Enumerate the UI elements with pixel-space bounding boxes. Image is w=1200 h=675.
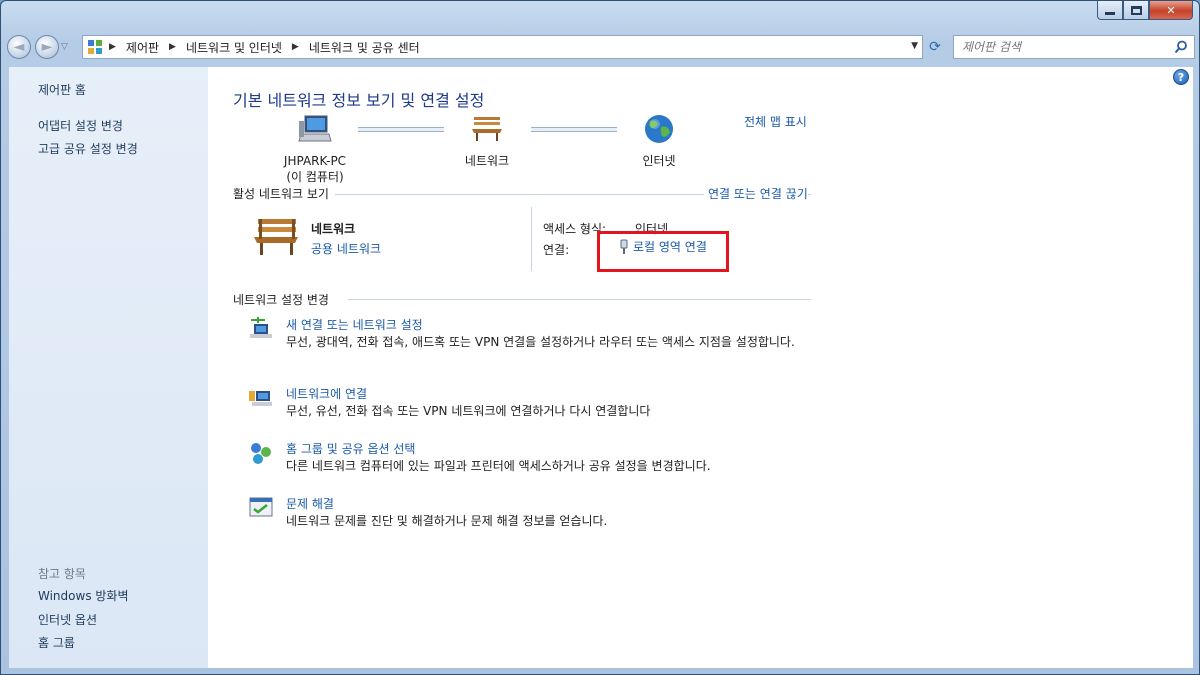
map-connector (358, 127, 444, 132)
connect-network-description: 무선, 유선, 전화 접속 또는 VPN 네트워크에 연결하거나 다시 연결합니… (286, 404, 651, 418)
control-panel-icon (88, 40, 102, 54)
search-input[interactable] (962, 40, 1162, 54)
breadcrumb-separator-icon[interactable]: ▶ (292, 42, 299, 52)
homegroup-description: 다른 네트워크 컴퓨터에 있는 파일과 프린터에 액세스하거나 공유 설정을 변… (286, 459, 711, 473)
troubleshoot-icon (249, 497, 273, 517)
sidebar-see-also-heading: 참고 항목 (38, 567, 86, 581)
chevron-down-icon: ▽ (61, 42, 68, 52)
main-panel: 기본 네트워크 정보 보기 및 연결 설정 전체 맵 표시 JHPARK-PC … (208, 67, 1193, 668)
close-icon: ✕ (1166, 3, 1176, 17)
network-type-link[interactable]: 공용 네트워크 (311, 240, 381, 257)
bench-icon (254, 219, 298, 255)
search-icon[interactable] (1174, 40, 1188, 54)
network-label: 네트워크 (464, 154, 510, 168)
computer-subtitle: (이 컴퓨터) (286, 170, 344, 184)
section-divider (348, 299, 811, 300)
homegroup-icon (251, 443, 271, 464)
back-button[interactable]: ◄ (7, 35, 31, 59)
breadcrumb-separator-icon[interactable]: ▶ (169, 42, 176, 52)
breadcrumb-separator-icon[interactable]: ▶ (109, 42, 116, 52)
minimize-icon (1105, 11, 1115, 15)
sidebar-item-advanced-sharing[interactable]: 고급 공유 설정 변경 (38, 140, 138, 157)
new-connection-description: 무선, 광대역, 전화 접속, 애드혹 또는 VPN 연결을 설정하거나 라우터… (286, 335, 795, 349)
back-arrow-icon: ◄ (13, 39, 25, 55)
sidebar-item-control-panel-home[interactable]: 제어판 홈 (38, 81, 86, 98)
minimize-button[interactable] (1097, 1, 1123, 20)
full-map-link[interactable]: 전체 맵 표시 (744, 113, 807, 130)
map-node-network[interactable]: 네트워크 (452, 113, 522, 169)
computer-icon (298, 115, 332, 142)
new-connection-link[interactable]: 새 연결 또는 네트워크 설정 (286, 316, 423, 333)
caption-buttons: ✕ (1097, 1, 1193, 20)
close-button[interactable]: ✕ (1149, 1, 1193, 20)
map-connector (531, 127, 617, 132)
new-connection-icon (250, 317, 272, 338)
map-node-internet[interactable]: 인터넷 (624, 113, 694, 169)
help-icon: ? (1177, 70, 1185, 84)
map-node-computer[interactable]: JHPARK-PC (이 컴퓨터) (280, 113, 350, 185)
highlight-box (597, 231, 729, 272)
homegroup-link[interactable]: 홈 그룹 및 공유 옵션 선택 (286, 440, 415, 457)
connect-network-link[interactable]: 네트워크에 연결 (286, 385, 367, 402)
breadcrumb: ▶ 제어판 ▶ 네트워크 및 인터넷 ▶ 네트워크 및 공유 센터 (109, 39, 420, 56)
sidebar: 제어판 홈 어댑터 설정 변경 고급 공유 설정 변경 참고 항목 Window… (9, 67, 208, 668)
globe-icon (645, 115, 673, 143)
computer-name: JHPARK-PC (283, 154, 347, 168)
maximize-button[interactable] (1123, 1, 1149, 20)
breadcrumb-control-panel[interactable]: 제어판 (126, 39, 159, 56)
help-button[interactable]: ? (1173, 69, 1189, 85)
connections-label: 연결: (543, 243, 570, 257)
forward-arrow-icon: ► (41, 39, 53, 55)
window-frame: ✕ ◄ ► ▽ ▶ 제어판 ▶ 네트워크 및 인터넷 ▶ 네트워크 및 공유 센… (0, 0, 1200, 675)
maximize-icon (1130, 5, 1142, 15)
page-title: 기본 네트워크 정보 보기 및 연결 설정 (233, 91, 485, 110)
sidebar-item-internet-options[interactable]: 인터넷 옵션 (38, 611, 97, 628)
address-dropdown-icon[interactable]: ▼ (911, 41, 918, 51)
troubleshoot-link[interactable]: 문제 해결 (286, 495, 334, 512)
history-dropdown[interactable]: ▽ (61, 42, 73, 52)
breadcrumb-network-internet[interactable]: 네트워크 및 인터넷 (186, 39, 282, 56)
connect-disconnect-link[interactable]: 연결 또는 연결 끊기 (704, 185, 808, 202)
search-box[interactable] (953, 35, 1195, 59)
content-area: 제어판 홈 어댑터 설정 변경 고급 공유 설정 변경 참고 항목 Window… (9, 67, 1193, 668)
connect-network-icon (249, 391, 272, 406)
refresh-button[interactable]: ⟳ (925, 38, 945, 56)
refresh-icon: ⟳ (929, 39, 941, 55)
sidebar-item-adapter-settings[interactable]: 어댑터 설정 변경 (38, 117, 123, 134)
bench-icon (472, 117, 502, 141)
sidebar-item-windows-firewall[interactable]: Windows 방화벽 (38, 587, 129, 604)
troubleshoot-description: 네트워크 문제를 진단 및 해결하거나 문제 해결 정보를 얻습니다. (286, 514, 608, 528)
navigation-bar: ◄ ► ▽ ▶ 제어판 ▶ 네트워크 및 인터넷 ▶ 네트워크 및 공유 센터 … (7, 32, 1195, 62)
breadcrumb-network-sharing-center[interactable]: 네트워크 및 공유 센터 (309, 39, 420, 56)
change-settings-header: 네트워크 설정 변경 (233, 291, 335, 308)
internet-label: 인터넷 (642, 154, 676, 168)
active-networks-header: 활성 네트워크 보기 (233, 185, 335, 202)
address-bar[interactable]: ▶ 제어판 ▶ 네트워크 및 인터넷 ▶ 네트워크 및 공유 센터 ▼ (82, 35, 923, 59)
sidebar-item-homegroup[interactable]: 홈 그룹 (38, 634, 75, 651)
forward-button[interactable]: ► (35, 35, 59, 59)
active-network-name: 네트워크 (311, 222, 356, 236)
vertical-divider (531, 207, 532, 271)
